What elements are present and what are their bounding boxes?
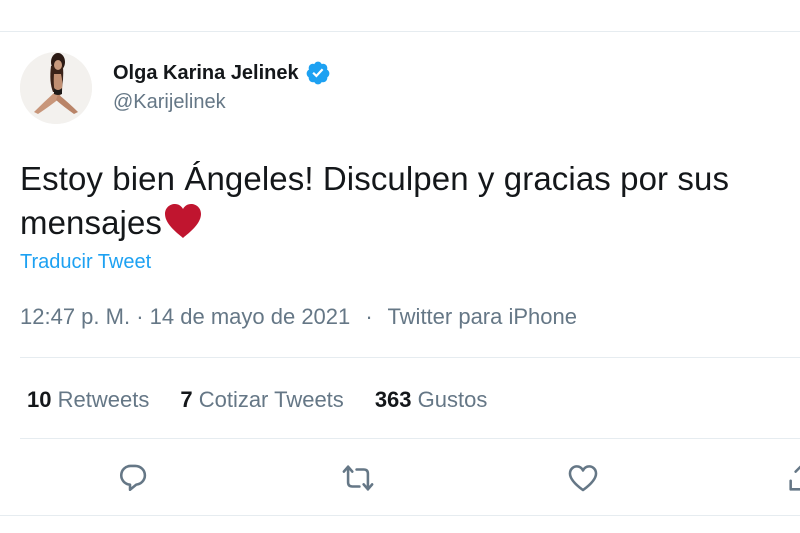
top-divider	[0, 31, 800, 32]
red-heart-emoji-icon	[163, 203, 203, 239]
divider	[20, 357, 800, 358]
retweets-stat[interactable]: 10 Retweets	[27, 387, 149, 413]
tweet-body: Estoy bien Ángeles! Disculpen y gracias …	[20, 160, 730, 241]
likes-count: 363	[374, 387, 412, 412]
quote-tweets-label: Cotizar Tweets	[198, 387, 344, 412]
tweet-stats: 10 Retweets 7 Cotizar Tweets 363 Gustos	[27, 387, 487, 413]
tweet-meta: 12:47 p. M. · 14 de mayo de 2021 · Twitt…	[20, 304, 577, 330]
reply-icon[interactable]	[116, 461, 150, 495]
display-name[interactable]: Olga Karina Jelinek	[113, 62, 299, 85]
quote-tweets-stat[interactable]: 7 Cotizar Tweets	[180, 387, 343, 413]
tweet-text: Estoy bien Ángeles! Disculpen y gracias …	[20, 157, 790, 245]
translate-tweet-link[interactable]: Traducir Tweet	[20, 251, 151, 274]
divider	[0, 515, 800, 516]
meta-separator: ·	[365, 304, 373, 329]
tweet-time[interactable]: 12:47 p. M.	[20, 304, 130, 329]
likes-label: Gustos	[417, 387, 488, 412]
retweet-icon[interactable]	[341, 461, 375, 495]
like-icon[interactable]	[566, 461, 600, 495]
avatar[interactable]	[20, 52, 92, 124]
retweets-label: Retweets	[57, 387, 150, 412]
likes-stat[interactable]: 363 Gustos	[375, 387, 488, 413]
tweet-source-link[interactable]: Twitter para iPhone	[387, 304, 577, 329]
username[interactable]: @Karijelinek	[113, 91, 226, 114]
quote-tweets-count: 7	[180, 387, 193, 412]
tweet-date[interactable]: 14 de mayo de 2021	[150, 304, 351, 329]
meta-separator: ·	[136, 304, 144, 329]
avatar-photo	[20, 52, 92, 124]
share-icon[interactable]	[785, 461, 800, 495]
display-name-row[interactable]: Olga Karina Jelinek	[113, 60, 331, 86]
divider	[20, 438, 800, 439]
verified-badge-icon	[305, 60, 331, 86]
retweets-count: 10	[27, 387, 52, 412]
